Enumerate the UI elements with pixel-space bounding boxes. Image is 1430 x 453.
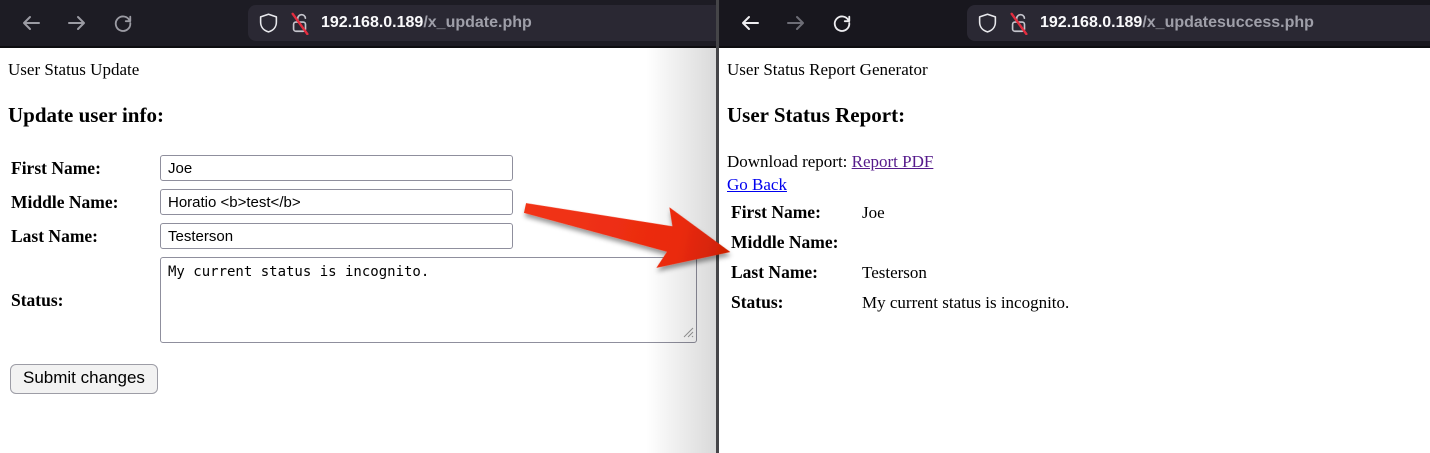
last-name-label: Last Name: xyxy=(731,262,818,282)
reload-icon xyxy=(114,15,132,32)
first-name-label: First Name: xyxy=(731,202,821,222)
reload-button[interactable] xyxy=(829,10,855,36)
arrow-right-icon xyxy=(68,16,85,30)
middle-name-field[interactable] xyxy=(160,189,513,215)
download-report-line: Download report: Report PDF xyxy=(727,152,1430,172)
last-name-value: Testerson xyxy=(862,263,927,282)
browser-window-left: 192.168.0.189/x_update.php User Status U… xyxy=(0,0,716,453)
page-content-right: User Status Report Generator User Status… xyxy=(719,48,1430,453)
table-row: Last Name: Testerson xyxy=(731,262,1430,292)
arrow-right-icon xyxy=(787,16,804,30)
status-field[interactable]: My current status is incognito. xyxy=(160,257,697,343)
download-report-label: Download report: xyxy=(727,152,852,171)
middle-name-label: Middle Name: xyxy=(11,191,119,212)
form-row-middle-name: Middle Name: xyxy=(8,189,716,215)
table-row: Status: My current status is incognito. xyxy=(731,292,1430,322)
url-text-right: 192.168.0.189/x_updatesuccess.php xyxy=(1040,14,1314,32)
url-path: /x_updatesuccess.php xyxy=(1142,14,1314,31)
table-row: Middle Name: xyxy=(731,232,1430,262)
status-area: My current status is incognito. xyxy=(160,257,697,343)
form-row-first-name: First Name: xyxy=(8,155,716,181)
last-name-field[interactable] xyxy=(160,223,513,249)
page-content-left: User Status Update Update user info: Fir… xyxy=(0,48,716,453)
shield-icon[interactable] xyxy=(258,12,279,34)
report-table: First Name: Joe Middle Name: Last Name: … xyxy=(727,202,1430,322)
url-text-left: 192.168.0.189/x_update.php xyxy=(321,14,532,32)
insecure-lock-icon[interactable] xyxy=(1008,11,1030,35)
browser-toolbar-right: 192.168.0.189/x_updatesuccess.php xyxy=(719,0,1430,48)
back-button[interactable] xyxy=(18,10,44,36)
reload-button[interactable] xyxy=(110,10,136,36)
table-row: First Name: Joe xyxy=(731,202,1430,232)
page-title: User Status Report Generator xyxy=(727,60,928,79)
status-label: Status: xyxy=(731,292,784,312)
arrow-left-icon xyxy=(23,16,40,30)
go-back-link[interactable]: Go Back xyxy=(727,175,787,195)
user-status-report-heading: User Status Report: xyxy=(727,103,906,127)
screenshot-canvas: 192.168.0.189/x_update.php User Status U… xyxy=(0,0,1430,453)
report-pdf-link[interactable]: Report PDF xyxy=(852,152,934,171)
url-domain: 192.168.0.189 xyxy=(321,14,424,31)
insecure-lock-icon[interactable] xyxy=(289,11,311,35)
reload-icon xyxy=(833,15,851,32)
forward-button[interactable] xyxy=(64,10,90,36)
first-name-value: Joe xyxy=(862,203,885,222)
forward-button[interactable] xyxy=(783,10,809,36)
last-name-label: Last Name: xyxy=(11,225,98,246)
url-domain: 192.168.0.189 xyxy=(1040,14,1143,31)
back-button[interactable] xyxy=(737,10,763,36)
submit-changes-button[interactable]: Submit changes xyxy=(10,364,158,394)
first-name-field[interactable] xyxy=(160,155,513,181)
browser-window-right: 192.168.0.189/x_updatesuccess.php User S… xyxy=(719,0,1430,453)
update-form: First Name: Middle Name: Last Name: Stat… xyxy=(8,155,716,343)
status-value: My current status is incognito. xyxy=(862,293,1070,312)
url-path: /x_update.php xyxy=(423,14,532,31)
browser-toolbar-left: 192.168.0.189/x_update.php xyxy=(0,0,716,48)
url-bar-left[interactable]: 192.168.0.189/x_update.php xyxy=(248,5,716,41)
page-title: User Status Update xyxy=(8,60,140,79)
status-label: Status: xyxy=(11,289,64,310)
arrow-left-icon xyxy=(742,16,759,30)
middle-name-label: Middle Name: xyxy=(731,232,839,252)
first-name-label: First Name: xyxy=(11,157,101,178)
form-row-status: Status: My current status is incognito. xyxy=(8,257,716,343)
form-row-last-name: Last Name: xyxy=(8,223,716,249)
url-bar-right[interactable]: 192.168.0.189/x_updatesuccess.php xyxy=(967,5,1430,41)
update-user-info-heading: Update user info: xyxy=(8,103,164,127)
shield-icon[interactable] xyxy=(977,12,998,34)
